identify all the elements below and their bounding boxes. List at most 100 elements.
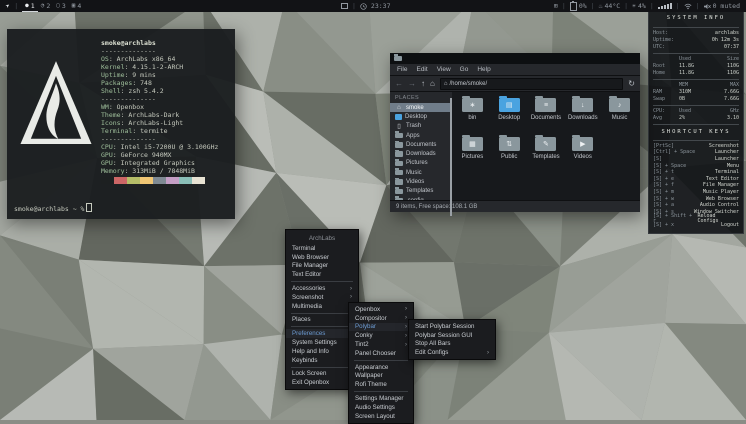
place-desktop[interactable]: Desktop (390, 112, 452, 121)
menubar-item-file[interactable]: File (397, 66, 407, 73)
workspace-3[interactable]: ▢3 (53, 0, 69, 12)
menu-item-polybar-session-gui[interactable]: Polybar Session GUI (409, 331, 495, 340)
shortcut-keys: [PrtSc] (653, 144, 674, 149)
menu-item-edit-configs[interactable]: Edit Configs› (409, 348, 495, 357)
status-brightness[interactable]: ☀4% (632, 2, 646, 10)
clock-icon (360, 3, 367, 10)
workspace-4[interactable]: ▣4 (69, 0, 85, 12)
menu-item-tint2[interactable]: Tint2› (349, 340, 413, 349)
row-name: Swap (653, 97, 679, 102)
window-icon[interactable] (341, 3, 348, 9)
menu-item-screen-layout[interactable]: Screen Layout (349, 412, 413, 421)
home-button[interactable]: ⌂ (430, 80, 435, 88)
folder-emblem-icon: ✎ (535, 137, 556, 151)
launcher-icon[interactable]: ➤ (4, 2, 12, 11)
status-wifi[interactable] (684, 3, 692, 10)
folder-icon: ▶ (572, 137, 593, 151)
place-downloads[interactable]: Downloads (390, 149, 452, 158)
menu-item-start-polybar-session[interactable]: Start Polybar Session (409, 322, 495, 331)
place-label: smoke (406, 105, 424, 111)
divider (653, 79, 739, 80)
path-bar[interactable]: ⌂ /home/smoke/ (440, 78, 623, 90)
submenu-arrow-icon: › (405, 333, 407, 339)
menu-item-screenshot[interactable]: Screenshot› (286, 293, 358, 302)
sidebar-scrollbar[interactable] (450, 98, 453, 216)
folder-desktop[interactable]: ▤Desktop (491, 95, 528, 134)
file-manager-body: PLACES ⌂smokeDesktop▯TrashAppsDocumentsD… (390, 92, 640, 201)
menu-item-accessories[interactable]: Accessories › (286, 284, 358, 293)
place-trash[interactable]: ▯Trash (390, 122, 452, 131)
status-text: 0% (579, 2, 587, 10)
place-templates[interactable]: Templates (390, 187, 452, 196)
place-smoke[interactable]: ⌂smoke (390, 103, 452, 112)
status-signal-bars[interactable] (658, 3, 672, 9)
menu-item-label: Preferences (292, 330, 325, 337)
path-text: /home/smoke/ (449, 81, 487, 87)
menu-item-audio-settings[interactable]: Audio Settings (349, 403, 413, 412)
menu-item-compositor[interactable]: Compositor› (349, 314, 413, 323)
place-apps[interactable]: Apps (390, 131, 452, 140)
workspace-1[interactable]: ●1 (22, 0, 38, 12)
menu-item-web-browser[interactable]: Web Browser (286, 253, 358, 262)
folder-downloads[interactable]: ↓Downloads (564, 95, 601, 134)
menubar-item-help[interactable]: Help (477, 66, 490, 73)
separator: | (696, 2, 700, 10)
folder-templates[interactable]: ✎Templates (528, 134, 565, 173)
place-documents[interactable]: Documents (390, 140, 452, 149)
menu-item-stop-all-bars[interactable]: Stop All Bars (409, 340, 495, 349)
menu-item-label: Accessories (292, 285, 325, 292)
info-label: GPU (101, 159, 113, 167)
place-videos[interactable]: Videos (390, 177, 452, 186)
disk-row: Root11.8G110G (653, 63, 739, 70)
places-sidebar: PLACES ⌂smokeDesktop▯TrashAppsDocumentsD… (390, 92, 452, 201)
back-button[interactable]: ← (395, 80, 403, 88)
menu-item-panel-chooser[interactable]: Panel Chooser (349, 349, 413, 358)
utc-label: UTC: (653, 45, 665, 50)
menu-item-conky[interactable]: Conky› (349, 331, 413, 340)
place-pictures[interactable]: Pictures (390, 159, 452, 168)
terminal-prompt[interactable]: smoke@archlabs ~ % (14, 203, 92, 213)
refresh-button[interactable]: ↻ (628, 80, 635, 88)
archlabs-logo-icon (19, 57, 93, 151)
status-battery[interactable]: 0% (570, 2, 587, 11)
forward-button[interactable]: → (408, 80, 416, 88)
shortcut-action: Music Player (703, 190, 739, 195)
menu-item-text-editor[interactable]: Text Editor (286, 270, 358, 279)
menu-item-wallpaper[interactable]: Wallpaper (349, 372, 413, 381)
utc-value: 07:37 (724, 45, 739, 50)
menu-item-polybar[interactable]: Polybar› (349, 323, 413, 332)
submenu-arrow-icon: › (350, 286, 352, 292)
folder-pictures[interactable]: ▦Pictures (454, 134, 491, 173)
menu-item-terminal[interactable]: Terminal (286, 244, 358, 253)
menu-item-file-manager[interactable]: File Manager (286, 262, 358, 271)
info-value: : zsh 5.4.2 (121, 87, 164, 95)
file-manager-titlebar[interactable] (390, 53, 640, 64)
place-music[interactable]: Music (390, 168, 452, 177)
menubar-item-go[interactable]: Go (460, 66, 469, 73)
menu-item-openbox[interactable]: Openbox› (349, 305, 413, 314)
divider (653, 140, 739, 141)
status-temperature[interactable]: ♨44°C (599, 2, 621, 10)
folder-videos[interactable]: ▶Videos (564, 134, 601, 173)
folder-public[interactable]: ⇅Public (491, 134, 528, 173)
info-value: : Openbox (109, 103, 144, 111)
clock[interactable]: 23:37 (371, 2, 391, 10)
terminal-window[interactable]: smoke@archlabs--------------OS: ArchLabs… (7, 29, 235, 219)
menu-item-settings-manager[interactable]: Settings Manager (349, 394, 413, 403)
status-volume-muted[interactable]: 0 muted (704, 2, 740, 10)
menu-separator (291, 367, 353, 368)
status-grid[interactable]: ⊞ (554, 2, 558, 10)
up-button[interactable]: ↑ (421, 80, 425, 88)
folder-music[interactable]: ♪Music (601, 95, 638, 134)
workspace-2[interactable]: ◔2 (38, 0, 54, 12)
menubar-item-view[interactable]: View (437, 66, 451, 73)
menu-item-appearance[interactable]: Appearance (349, 363, 413, 372)
menu-item-label: Polybar (355, 323, 376, 330)
folder-documents[interactable]: ≡Documents (528, 95, 565, 134)
shortcut-terminal: [S] + tTerminal (653, 169, 739, 176)
folder-label: Pictures (462, 154, 484, 160)
menu-item-rofi-theme[interactable]: Rofi Theme (349, 380, 413, 389)
folder-bin[interactable]: ∗bin (454, 95, 491, 134)
menubar-item-edit[interactable]: Edit (416, 66, 427, 73)
menu-item-label: Edit Configs (415, 349, 448, 356)
